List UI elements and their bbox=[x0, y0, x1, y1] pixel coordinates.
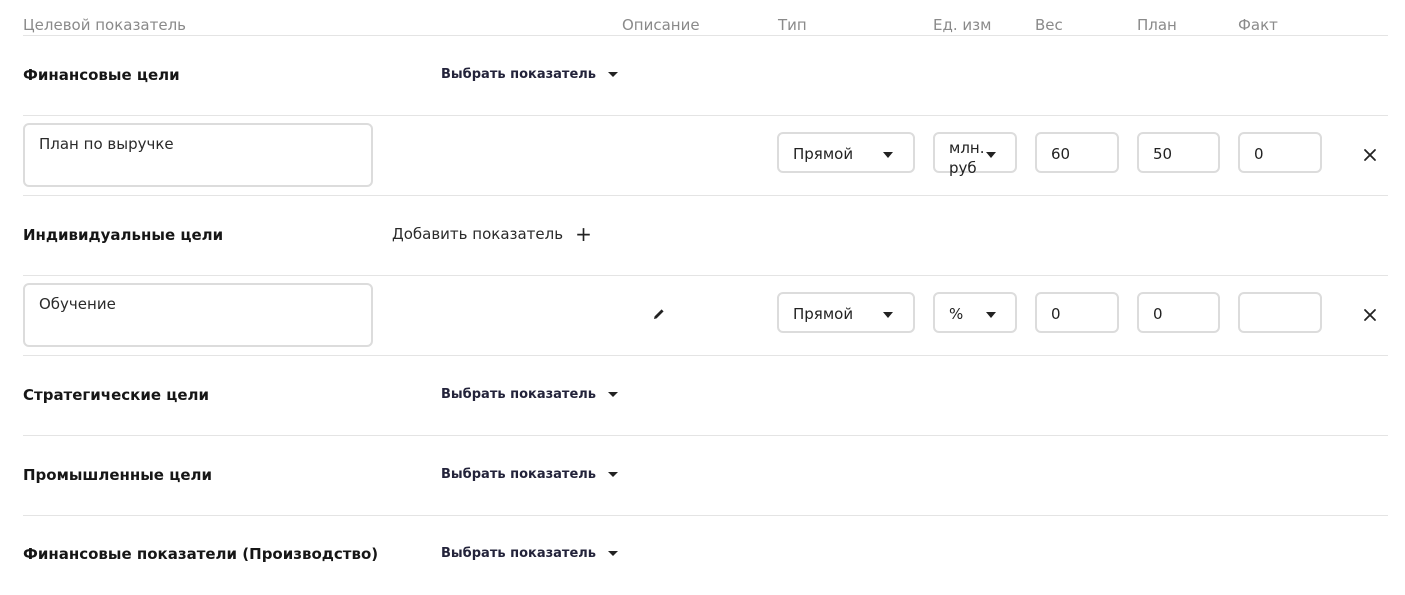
select-indicator-button[interactable]: Выбрать показатель bbox=[441, 387, 619, 402]
section-strategic: Стратегические цели Выбрать показатель bbox=[23, 355, 1388, 436]
select-indicator-label: Выбрать показатель bbox=[441, 67, 597, 82]
pencil-icon[interactable] bbox=[652, 307, 666, 321]
section-individual: Индивидуальные цели Добавить показатель … bbox=[23, 195, 1388, 276]
header-unit: Ед. изм bbox=[933, 16, 992, 34]
header-type: Тип bbox=[778, 16, 807, 34]
close-icon[interactable] bbox=[1363, 308, 1377, 322]
unit-value-line2: руб bbox=[949, 159, 977, 177]
unit-select[interactable]: % bbox=[933, 292, 1017, 333]
plan-value: 50 bbox=[1153, 145, 1173, 163]
indicator-name-field[interactable]: План по выручке bbox=[23, 123, 373, 187]
fact-input[interactable]: 0 bbox=[1238, 132, 1322, 173]
select-indicator-button[interactable]: Выбрать показатель bbox=[441, 467, 619, 482]
unit-value-line1: млн. bbox=[949, 139, 985, 157]
caret-down-icon bbox=[608, 72, 619, 77]
weight-input[interactable]: 0 bbox=[1035, 292, 1119, 333]
caret-down-icon bbox=[883, 152, 893, 158]
table-row: План по выручке Прямой млн. руб 60 50 0 bbox=[23, 115, 1388, 196]
indicator-name-value: Обучение bbox=[39, 295, 116, 313]
plan-value: 0 bbox=[1153, 305, 1163, 323]
select-indicator-button[interactable]: Выбрать показатель bbox=[441, 546, 619, 561]
close-icon[interactable] bbox=[1363, 148, 1377, 162]
select-indicator-button[interactable]: Выбрать показатель bbox=[441, 67, 619, 82]
type-value: Прямой bbox=[793, 145, 854, 163]
caret-down-icon bbox=[986, 312, 996, 318]
weight-input[interactable]: 60 bbox=[1035, 132, 1119, 173]
table-header: Целевой показатель Описание Тип Ед. изм … bbox=[23, 0, 1388, 36]
section-financial-production: Финансовые показатели (Производство) Выб… bbox=[23, 515, 1388, 595]
add-indicator-button[interactable]: Добавить показатель + bbox=[392, 222, 592, 246]
weight-value: 60 bbox=[1051, 145, 1071, 163]
header-fact: Факт bbox=[1238, 16, 1278, 34]
unit-value: % bbox=[949, 305, 964, 323]
select-indicator-label: Выбрать показатель bbox=[441, 387, 597, 402]
plus-icon: + bbox=[575, 222, 592, 246]
table-row: Обучение Прямой % 0 0 bbox=[23, 275, 1388, 356]
unit-select[interactable]: млн. руб bbox=[933, 132, 1017, 177]
header-description: Описание bbox=[622, 16, 700, 34]
select-indicator-label: Выбрать показатель bbox=[441, 546, 597, 561]
caret-down-icon bbox=[986, 152, 996, 158]
section-industrial: Промышленные цели Выбрать показатель bbox=[23, 435, 1388, 516]
plan-input[interactable]: 0 bbox=[1137, 292, 1220, 333]
type-select[interactable]: Прямой bbox=[777, 132, 915, 173]
type-value: Прямой bbox=[793, 305, 854, 323]
weight-value: 0 bbox=[1051, 305, 1061, 323]
section-title: Финансовые показатели (Производство) bbox=[23, 545, 379, 563]
indicator-name-value: План по выручке bbox=[39, 135, 174, 153]
header-plan: План bbox=[1137, 16, 1177, 34]
caret-down-icon bbox=[883, 312, 893, 318]
section-title: Промышленные цели bbox=[23, 466, 212, 484]
plan-input[interactable]: 50 bbox=[1137, 132, 1220, 173]
fact-input[interactable] bbox=[1238, 292, 1322, 333]
select-indicator-label: Выбрать показатель bbox=[441, 467, 597, 482]
caret-down-icon bbox=[608, 392, 619, 397]
indicator-name-field[interactable]: Обучение bbox=[23, 283, 373, 347]
section-title: Стратегические цели bbox=[23, 386, 210, 404]
header-weight: Вес bbox=[1035, 16, 1063, 34]
caret-down-icon bbox=[608, 472, 619, 477]
caret-down-icon bbox=[608, 551, 619, 556]
type-select[interactable]: Прямой bbox=[777, 292, 915, 333]
section-title: Индивидуальные цели bbox=[23, 226, 224, 244]
section-financial: Финансовые цели Выбрать показатель bbox=[23, 35, 1388, 116]
add-indicator-label: Добавить показатель bbox=[392, 225, 564, 243]
section-title: Финансовые цели bbox=[23, 66, 180, 84]
fact-value: 0 bbox=[1254, 145, 1264, 163]
header-indicator: Целевой показатель bbox=[23, 16, 187, 34]
